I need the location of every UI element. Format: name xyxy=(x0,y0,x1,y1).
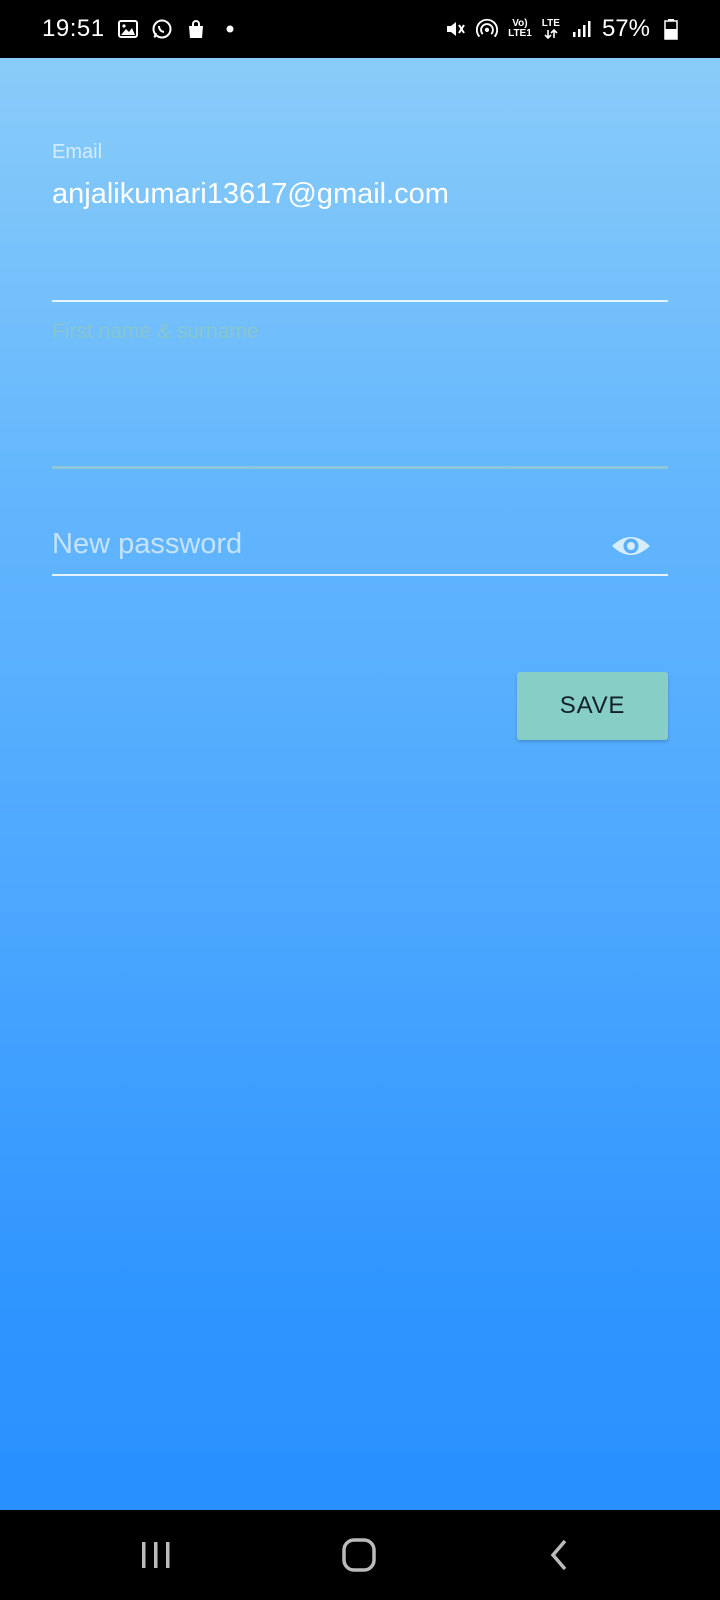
name-underline xyxy=(52,466,668,469)
navigation-bar xyxy=(0,1510,720,1600)
email-field[interactable]: Email anjalikumari13617@gmail.com xyxy=(52,138,668,302)
volte-indicator: Vo) LTE1 xyxy=(508,19,532,39)
save-button[interactable]: SAVE xyxy=(517,672,668,740)
lte-indicator: LTE xyxy=(542,19,560,39)
password-field[interactable]: New password xyxy=(52,528,668,658)
battery-icon xyxy=(660,18,682,40)
dot-icon xyxy=(219,18,241,40)
profile-form-screen: Email anjalikumari13617@gmail.com First … xyxy=(0,58,720,1510)
status-bar: 19:51 Vo) LTE1 LTE 57% xyxy=(0,0,720,58)
data-arrows-icon xyxy=(544,29,558,39)
battery-percent: 57% xyxy=(601,15,650,42)
status-bar-right: Vo) LTE1 LTE 57% xyxy=(444,0,682,58)
status-time: 19:51 xyxy=(42,15,105,42)
status-bar-left: 19:51 xyxy=(42,0,241,58)
name-input[interactable]: First name & surname xyxy=(52,320,259,344)
shopping-bag-icon xyxy=(185,18,207,40)
password-input[interactable]: New password xyxy=(52,528,242,561)
email-input[interactable]: anjalikumari13617@gmail.com xyxy=(52,178,449,211)
whatsapp-icon xyxy=(151,18,173,40)
back-icon[interactable] xyxy=(534,1532,584,1578)
email-label: Email xyxy=(52,141,103,163)
recents-icon[interactable] xyxy=(131,1532,181,1578)
volte-bottom-label: LTE1 xyxy=(508,28,532,39)
gallery-icon xyxy=(117,18,139,40)
email-underline xyxy=(52,300,668,302)
hotspot-icon xyxy=(476,18,499,40)
signal-icon xyxy=(570,18,592,40)
password-underline xyxy=(52,574,668,576)
home-icon[interactable] xyxy=(334,1532,384,1578)
name-field[interactable]: First name & surname xyxy=(52,320,668,470)
mute-icon xyxy=(444,18,466,40)
lte-label: LTE xyxy=(541,18,560,29)
eye-icon[interactable] xyxy=(610,528,652,564)
